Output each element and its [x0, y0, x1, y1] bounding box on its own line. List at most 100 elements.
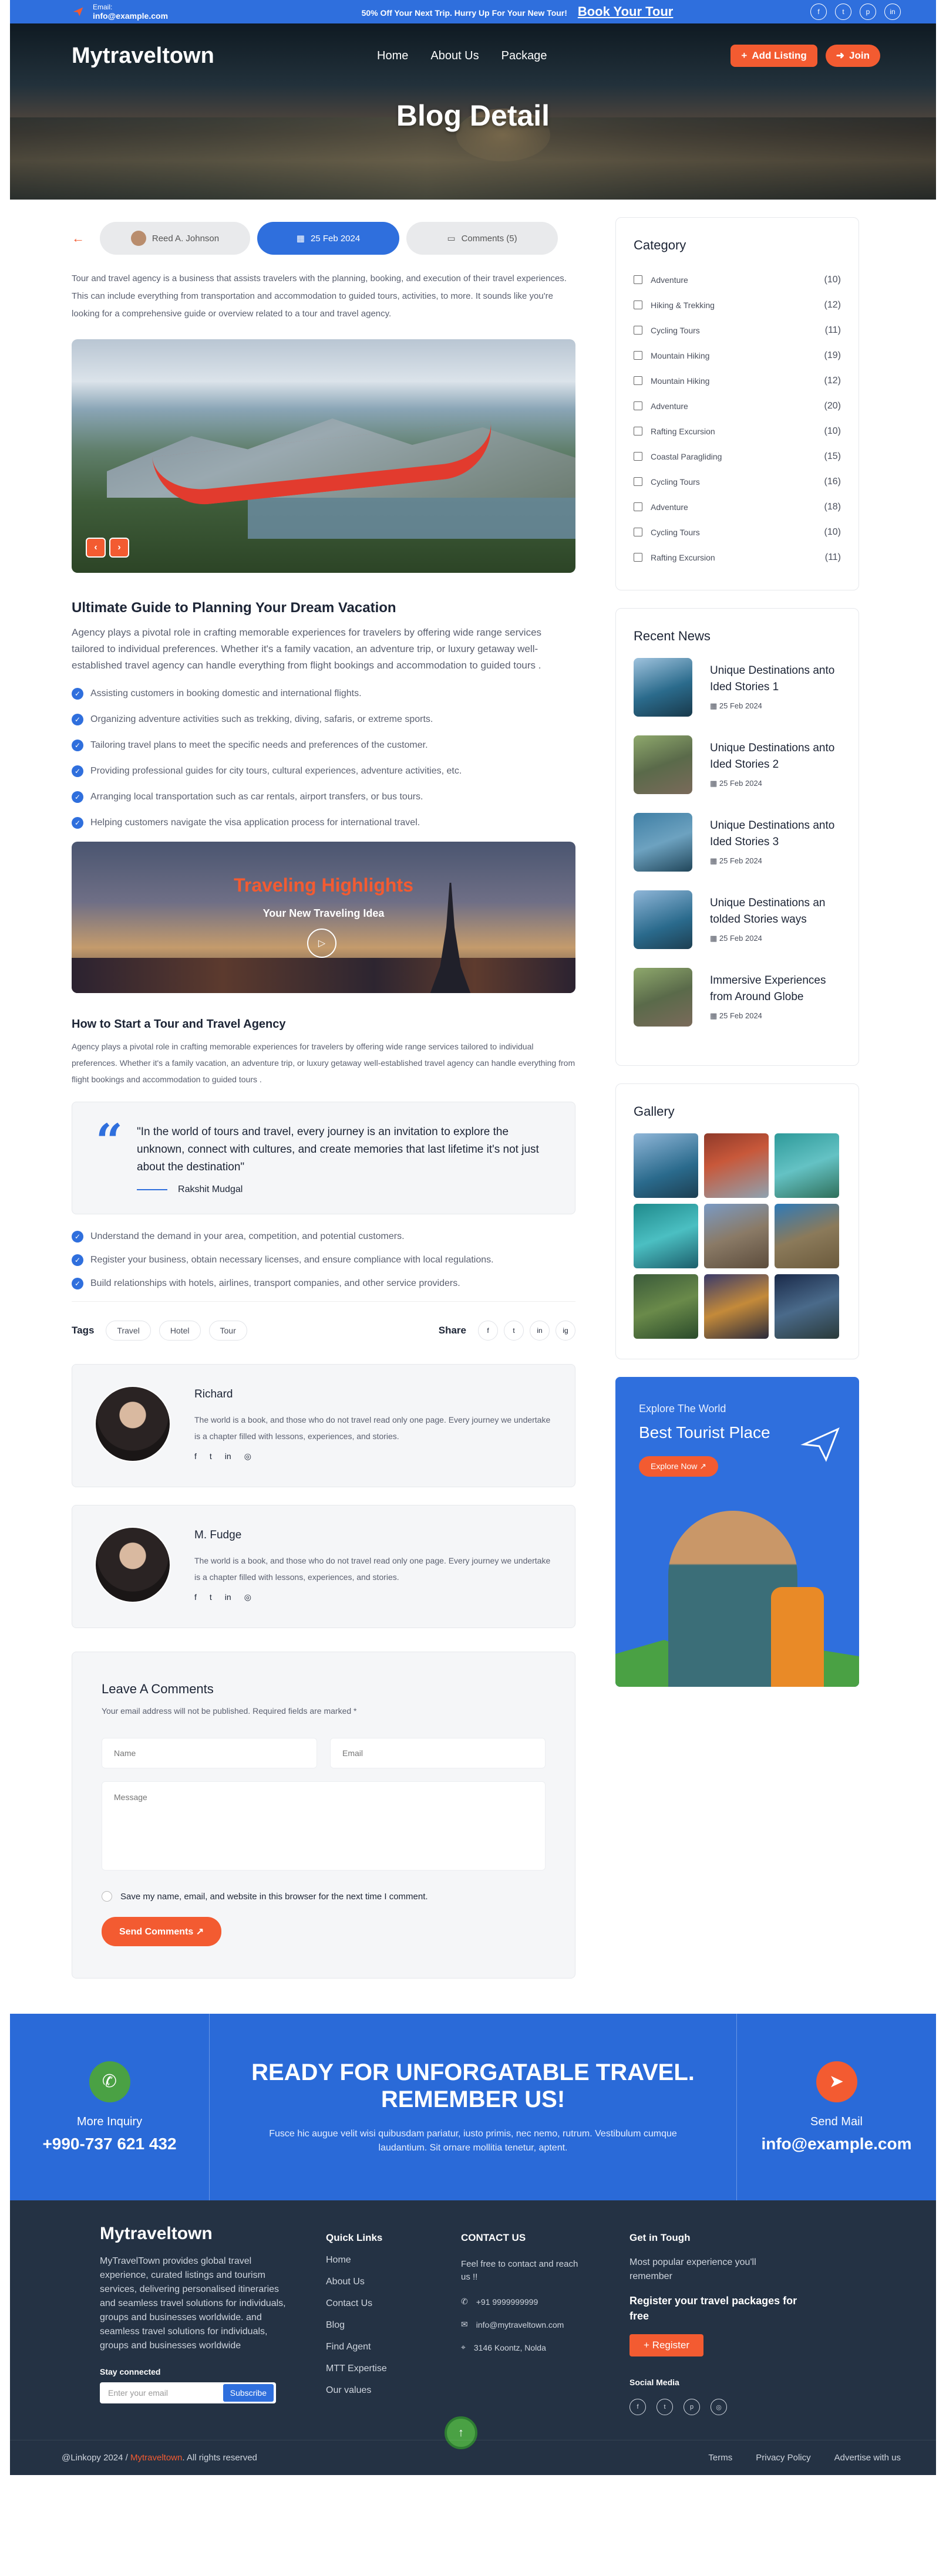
send-comments-button[interactable]: Send Comments ↗: [102, 1917, 222, 1946]
gallery-image[interactable]: [704, 1204, 769, 1268]
quick-link[interactable]: Blog: [326, 2320, 461, 2331]
back-arrow-icon[interactable]: ←: [72, 231, 93, 246]
category-item[interactable]: Cycling Tours (11): [634, 318, 841, 343]
terms-link[interactable]: Terms: [708, 2453, 732, 2463]
checkbox-icon[interactable]: [634, 376, 642, 385]
quick-link[interactable]: Contact Us: [326, 2298, 461, 2309]
footer-logo[interactable]: Mytraveltown: [100, 2224, 326, 2244]
linkedin-icon[interactable]: in: [530, 1321, 550, 1341]
checkbox-icon[interactable]: [634, 502, 642, 511]
privacy-link[interactable]: Privacy Policy: [756, 2453, 810, 2463]
category-item[interactable]: Rafting Excursion (11): [634, 545, 841, 570]
quick-link[interactable]: Home: [326, 2255, 461, 2266]
linkedin-icon[interactable]: in: [225, 1451, 231, 1461]
category-item[interactable]: Mountain Hiking (19): [634, 343, 841, 368]
category-item[interactable]: Coastal Paragliding (15): [634, 444, 841, 469]
contact-phone[interactable]: +91 9999999999: [476, 2297, 538, 2307]
chevron-right-icon[interactable]: ›: [109, 538, 129, 558]
video-banner[interactable]: Traveling Highlights Your New Traveling …: [72, 842, 575, 993]
news-item[interactable]: Unique Destinations anto Ided Stories 1 ▦…: [634, 658, 841, 721]
checkbox-icon[interactable]: [634, 452, 642, 461]
author-pill[interactable]: Reed A. Johnson: [100, 222, 250, 255]
subscribe-button[interactable]: Subscribe: [223, 2384, 274, 2402]
news-item[interactable]: Unique Destinations anto Ided Stories 2 ▦…: [634, 735, 841, 799]
quick-link[interactable]: Our values: [326, 2385, 461, 2396]
checkbox-icon[interactable]: [634, 326, 642, 335]
category-item[interactable]: Cycling Tours (10): [634, 519, 841, 545]
subscribe-input[interactable]: Enter your email: [108, 2388, 223, 2398]
checkbox-icon[interactable]: [634, 528, 642, 536]
add-listing-button[interactable]: + Add Listing: [730, 45, 817, 67]
save-info-checkbox[interactable]: [102, 1891, 112, 1902]
message-input[interactable]: [102, 1781, 546, 1871]
facebook-icon[interactable]: f: [629, 2399, 646, 2415]
comments-pill[interactable]: ▭ Comments (5): [406, 222, 558, 255]
email-input[interactable]: [330, 1738, 546, 1768]
category-item[interactable]: Adventure (10): [634, 267, 841, 292]
news-thumbnail[interactable]: [634, 890, 692, 949]
date-pill[interactable]: ▦ 25 Feb 2024: [257, 222, 399, 255]
tag-tour[interactable]: Tour: [208, 1321, 247, 1341]
category-item[interactable]: Hiking & Trekking (12): [634, 292, 841, 318]
checkbox-icon[interactable]: [634, 477, 642, 486]
checkbox-icon[interactable]: [634, 553, 642, 562]
news-thumbnail[interactable]: [634, 813, 692, 872]
menu-home[interactable]: Home: [377, 49, 408, 63]
category-item[interactable]: Rafting Excursion (10): [634, 418, 841, 444]
category-item[interactable]: Mountain Hiking (12): [634, 368, 841, 393]
gallery-image[interactable]: [634, 1204, 698, 1268]
news-title[interactable]: Unique Destinations anto Ided Stories 3: [710, 818, 841, 850]
gallery-image[interactable]: [704, 1274, 769, 1339]
twitter-icon[interactable]: t: [657, 2399, 673, 2415]
checkbox-icon[interactable]: [634, 351, 642, 360]
twitter-icon[interactable]: t: [504, 1321, 524, 1341]
inquiry-phone[interactable]: +990-737 621 432: [42, 2135, 176, 2153]
news-thumbnail[interactable]: [634, 658, 692, 717]
pinterest-icon[interactable]: p: [860, 4, 876, 20]
gallery-image[interactable]: [704, 1133, 769, 1198]
category-item[interactable]: Adventure (20): [634, 393, 841, 418]
logo[interactable]: Mytraveltown: [72, 43, 377, 69]
news-item[interactable]: Immersive Experiences from Around Globe ▦…: [634, 968, 841, 1031]
news-item[interactable]: Unique Destinations anto Ided Stories 3 ▦…: [634, 813, 841, 876]
instagram-icon[interactable]: in: [884, 4, 901, 20]
mail-address[interactable]: info@example.com: [761, 2135, 911, 2153]
checkbox-icon[interactable]: [634, 275, 642, 284]
register-button[interactable]: + Register: [629, 2334, 703, 2356]
checkbox-icon[interactable]: [634, 301, 642, 309]
instagram-icon[interactable]: ig: [556, 1321, 575, 1341]
quick-link[interactable]: Find Agent: [326, 2342, 461, 2352]
category-item[interactable]: Adventure (18): [634, 494, 841, 519]
facebook-icon[interactable]: f: [194, 1592, 197, 1602]
facebook-icon[interactable]: f: [478, 1321, 498, 1341]
twitter-icon[interactable]: t: [210, 1451, 212, 1461]
news-item[interactable]: Unique Destinations an tolded Stories wa…: [634, 890, 841, 954]
checkbox-icon[interactable]: [634, 427, 642, 435]
news-title[interactable]: Unique Destinations anto Ided Stories 2: [710, 740, 841, 773]
gallery-image[interactable]: [775, 1133, 839, 1198]
gallery-image[interactable]: [775, 1204, 839, 1268]
news-thumbnail[interactable]: [634, 968, 692, 1027]
email-value[interactable]: info@example.com: [93, 11, 168, 21]
news-title[interactable]: Immersive Experiences from Around Globe: [710, 973, 841, 1005]
book-tour-link[interactable]: Book Your Tour: [578, 4, 674, 19]
play-icon[interactable]: ▷: [307, 929, 336, 958]
facebook-icon[interactable]: f: [810, 4, 827, 20]
news-thumbnail[interactable]: [634, 735, 692, 794]
gallery-image[interactable]: [634, 1133, 698, 1198]
news-title[interactable]: Unique Destinations anto Ided Stories 1: [710, 663, 841, 696]
instagram-icon[interactable]: ◎: [244, 1451, 251, 1461]
contact-email[interactable]: info@mytraveltown.com: [476, 2320, 564, 2329]
gallery-image[interactable]: [634, 1274, 698, 1339]
twitter-icon[interactable]: t: [835, 4, 851, 20]
menu-about[interactable]: About Us: [430, 49, 479, 63]
chevron-left-icon[interactable]: ‹: [86, 538, 106, 558]
advertise-link[interactable]: Advertise with us: [834, 2453, 901, 2463]
linkedin-icon[interactable]: in: [225, 1592, 231, 1602]
quick-link[interactable]: MTT Expertise: [326, 2364, 461, 2374]
copyright-brand[interactable]: Mytraveltown: [130, 2453, 182, 2463]
name-input[interactable]: [102, 1738, 317, 1768]
pinterest-icon[interactable]: p: [684, 2399, 700, 2415]
instagram-icon[interactable]: ◎: [244, 1592, 251, 1602]
instagram-icon[interactable]: ◎: [711, 2399, 727, 2415]
